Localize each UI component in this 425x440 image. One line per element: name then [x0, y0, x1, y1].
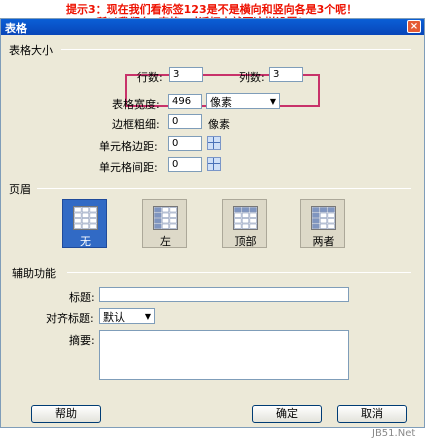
- cols-label: 列数:: [239, 71, 265, 84]
- section-header: 页眉: [9, 183, 31, 196]
- cols-input[interactable]: 3: [269, 67, 303, 82]
- close-button[interactable]: ×: [407, 20, 421, 33]
- header-option-none[interactable]: 无: [62, 199, 107, 248]
- header-option-label: 两者: [312, 235, 335, 248]
- cell-spacing-icon: [207, 157, 221, 171]
- summary-textarea[interactable]: [99, 330, 349, 380]
- width-label: 表格宽度:: [112, 98, 160, 111]
- help-button[interactable]: 帮助: [31, 405, 101, 423]
- watermark: JB51.Net: [372, 428, 416, 439]
- chevron-down-icon: ▼: [269, 97, 276, 106]
- width-unit-select[interactable]: 像素 ▼: [206, 93, 280, 109]
- border-input[interactable]: 0: [168, 114, 202, 129]
- table-grid-graphic: [74, 207, 97, 229]
- table-grid-graphic: [154, 207, 177, 229]
- width-unit-value: 像素: [210, 96, 232, 109]
- header-option-top[interactable]: 顶部: [222, 199, 267, 248]
- table-dialog: 表格 × 表格大小 行数: 3 列数: 3 表格宽度: 496 像素 ▼ 边框粗…: [0, 18, 425, 428]
- chevron-down-icon: ▼: [144, 312, 151, 321]
- title-bar[interactable]: 表格 ×: [1, 19, 424, 35]
- header-option-label: 左: [160, 235, 171, 248]
- table-grid-graphic: [234, 207, 257, 229]
- divider: [67, 272, 411, 273]
- padding-label: 单元格边距:: [99, 140, 158, 153]
- table-both-header-icon: [311, 206, 336, 230]
- table-grid-graphic: [312, 207, 335, 229]
- rows-label: 行数:: [137, 71, 163, 84]
- header-option-left[interactable]: 左: [142, 199, 187, 248]
- section-accessibility: 辅助功能: [12, 267, 56, 280]
- header-option-label: 无: [80, 235, 91, 248]
- width-input[interactable]: 496: [168, 94, 202, 109]
- ok-button[interactable]: 确定: [252, 405, 322, 423]
- spacing-input[interactable]: 0: [168, 157, 202, 172]
- padding-input[interactable]: 0: [168, 136, 202, 151]
- header-option-label: 顶部: [234, 235, 257, 248]
- table-left-header-icon: [153, 206, 178, 230]
- cancel-button[interactable]: 取消: [337, 405, 407, 423]
- dialog-title: 表格: [5, 22, 27, 35]
- header-option-both[interactable]: 两者: [300, 199, 345, 248]
- rows-input[interactable]: 3: [169, 67, 203, 82]
- border-label: 边框粗细:: [112, 118, 160, 131]
- align-caption-value: 默认: [103, 311, 125, 324]
- align-caption-label: 对齐标题:: [46, 312, 94, 325]
- table-icon: [73, 206, 98, 230]
- border-unit: 像素: [208, 118, 230, 131]
- cell-padding-icon: [207, 136, 221, 150]
- align-caption-select[interactable]: 默认 ▼: [99, 308, 155, 324]
- caption-input[interactable]: [99, 287, 349, 302]
- caption-label: 标题:: [69, 291, 95, 304]
- summary-label: 摘要:: [69, 334, 95, 347]
- spacing-label: 单元格间距:: [99, 161, 158, 174]
- divider: [37, 188, 411, 189]
- table-top-header-icon: [233, 206, 258, 230]
- divider: [61, 49, 411, 50]
- section-table-size: 表格大小: [9, 44, 53, 57]
